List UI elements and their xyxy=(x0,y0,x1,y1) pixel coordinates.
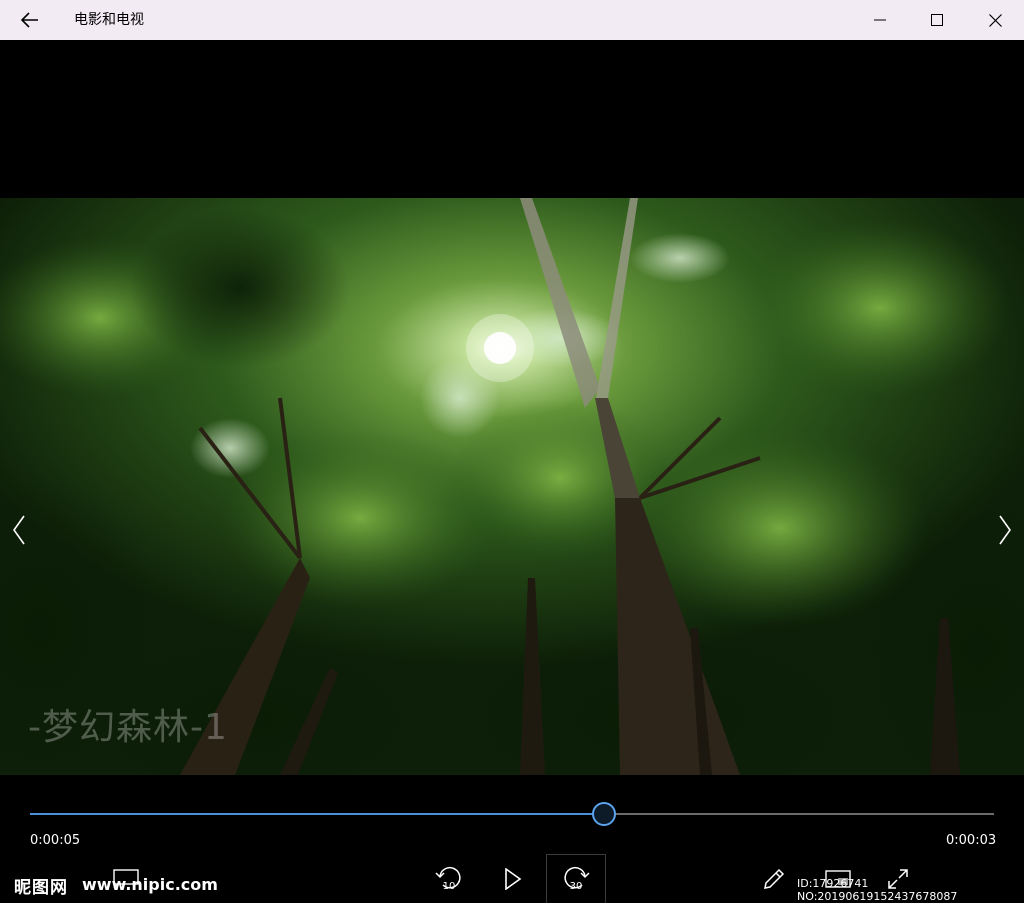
seek-thumb[interactable] xyxy=(591,802,616,826)
cast-button[interactable] xyxy=(104,855,148,903)
chevron-right-icon xyxy=(999,515,1011,545)
pencil-icon xyxy=(764,868,785,889)
seek-bar[interactable] xyxy=(30,802,994,826)
video-caption: -梦幻森林-1 xyxy=(28,707,228,748)
watermark-url: www.nipic.com xyxy=(82,875,218,894)
back-arrow-icon xyxy=(21,12,38,28)
video-viewport[interactable]: -梦幻森林-1 xyxy=(0,40,1024,775)
maximize-icon xyxy=(931,14,943,26)
close-button[interactable] xyxy=(966,0,1024,40)
close-icon xyxy=(988,13,1002,27)
skip-forward-label: 30 xyxy=(570,881,583,892)
cast-icon xyxy=(113,869,139,889)
skip-back-button[interactable]: 10 xyxy=(426,855,472,903)
skip-forward-icon: 30 xyxy=(564,867,590,892)
app-title: 电影和电视 xyxy=(74,12,144,28)
previous-video-button[interactable] xyxy=(4,510,34,550)
chevron-left-icon xyxy=(13,515,25,545)
title-bar: 电影和电视 xyxy=(0,0,1024,40)
play-button[interactable] xyxy=(490,855,536,903)
back-button[interactable] xyxy=(0,0,60,40)
next-video-button[interactable] xyxy=(990,510,1020,550)
forest-video-image xyxy=(0,198,1024,775)
minimize-button[interactable] xyxy=(851,0,909,40)
playback-controls: 0:00:05 0:00:03 昵图网 www.nipic.com 10 30 … xyxy=(0,775,1024,903)
skip-back-label: 10 xyxy=(443,881,456,892)
watermark-id: ID:17926741 NO:20190619152437678087 xyxy=(797,877,958,903)
skip-back-icon: 10 xyxy=(435,867,461,892)
remaining-time: 0:00:03 xyxy=(946,833,997,848)
elapsed-time: 0:00:05 xyxy=(30,833,81,848)
seek-progress xyxy=(30,813,604,815)
minimize-icon xyxy=(874,19,886,21)
video-frame[interactable]: -梦幻森林-1 xyxy=(0,198,1024,775)
watermark-logo: 昵图网 xyxy=(14,878,68,898)
maximize-button[interactable] xyxy=(908,0,966,40)
edit-button[interactable] xyxy=(752,855,796,903)
play-icon xyxy=(505,868,522,890)
skip-forward-button[interactable]: 30 xyxy=(546,854,606,903)
